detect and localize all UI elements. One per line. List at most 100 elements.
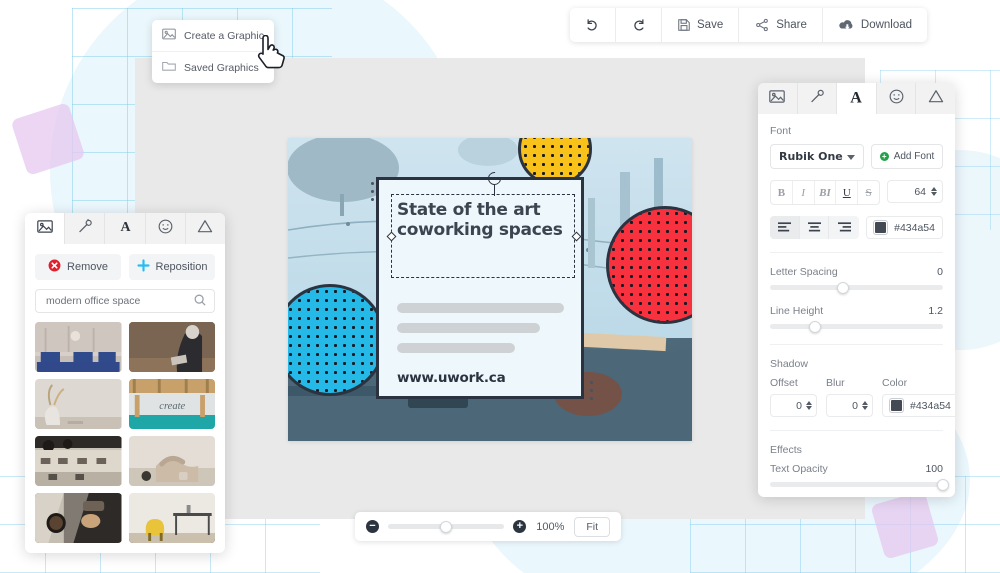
mouse-cursor-hand-icon — [256, 35, 286, 74]
line-height-knob[interactable] — [809, 321, 821, 333]
design-canvas[interactable]: State of the art coworking spaces www.uw… — [288, 138, 692, 441]
tab-text[interactable]: A — [837, 83, 877, 114]
align-center-button[interactable] — [800, 216, 830, 239]
add-font-label: Add Font — [894, 151, 935, 162]
text-opacity-knob[interactable] — [937, 479, 949, 491]
remove-button[interactable]: Remove — [35, 254, 121, 280]
color-swatch — [890, 399, 903, 412]
shadow-blur-stepper[interactable]: 0 — [826, 394, 873, 417]
tab-image[interactable] — [758, 83, 798, 114]
line-height-label: Line Height — [770, 305, 823, 317]
tab-magic[interactable] — [798, 83, 838, 114]
letter-spacing-slider[interactable] — [770, 285, 943, 290]
image-results-grid: create — [35, 322, 215, 543]
placeholder-bar — [397, 323, 540, 333]
divider — [770, 344, 943, 345]
stepper-arrows-icon[interactable] — [806, 401, 812, 410]
text-opacity-slider[interactable] — [770, 482, 943, 487]
shadow-color-label: Color — [882, 377, 955, 389]
list-item[interactable] — [35, 379, 122, 429]
design-card[interactable]: State of the art coworking spaces www.uw… — [376, 177, 584, 399]
halftone-dots — [609, 209, 692, 321]
redo-button[interactable] — [616, 8, 662, 42]
magic-wand-icon — [809, 89, 825, 109]
text-a-icon: A — [849, 89, 863, 109]
share-button[interactable]: Share — [739, 8, 823, 42]
text-style-group: B I BI U S — [770, 180, 880, 205]
letter-spacing-knob[interactable] — [837, 282, 849, 294]
list-item[interactable] — [129, 322, 216, 372]
italic-button[interactable]: I — [793, 181, 815, 204]
shadow-offset-stepper[interactable]: 0 — [770, 394, 817, 417]
search-icon[interactable] — [194, 294, 206, 309]
shadow-blur-label: Blur — [826, 377, 873, 389]
letter-spacing-label: Letter Spacing — [770, 266, 838, 278]
tab-image[interactable] — [25, 213, 65, 244]
image-search-field[interactable] — [35, 289, 215, 313]
url-text[interactable]: www.uwork.ca — [397, 370, 506, 386]
list-item[interactable] — [129, 436, 216, 486]
text-opacity-row: Text Opacity 100 — [770, 463, 943, 475]
resize-handle-right[interactable] — [572, 232, 582, 242]
font-label: Font — [770, 125, 943, 137]
tab-shape[interactable] — [186, 213, 225, 244]
zoom-in-button[interactable]: + — [513, 520, 526, 533]
zoom-slider-knob[interactable] — [440, 521, 452, 533]
remove-x-icon — [48, 259, 61, 275]
cloud-download-icon — [838, 18, 855, 32]
list-item[interactable] — [35, 436, 122, 486]
tab-text[interactable]: A — [105, 213, 145, 244]
tab-emoji[interactable] — [877, 83, 917, 114]
undo-button[interactable] — [570, 8, 616, 42]
resize-handle-left[interactable] — [387, 232, 397, 242]
reposition-button[interactable]: Reposition — [129, 254, 215, 280]
rotate-handle-stem — [494, 184, 495, 196]
zoom-toolbar: − + 100% Fit — [355, 512, 621, 541]
align-left-button[interactable] — [770, 216, 800, 239]
text-a-icon: A — [119, 219, 132, 238]
shadow-color-picker[interactable]: #434a54 — [882, 394, 955, 417]
right-panel-body: Font Rubik One + Add Font B I BI U S — [758, 114, 955, 497]
stepper-arrows-icon[interactable] — [862, 401, 868, 410]
add-font-button[interactable]: + Add Font — [871, 144, 943, 169]
zoom-percentage: 100% — [535, 521, 565, 533]
save-button[interactable]: Save — [662, 8, 739, 42]
bold-italic-button[interactable]: BI — [815, 181, 837, 204]
bold-button[interactable]: B — [771, 181, 793, 204]
fit-button[interactable]: Fit — [574, 517, 610, 537]
align-right-button[interactable] — [829, 216, 859, 239]
shadow-offset-value: 0 — [796, 400, 802, 412]
search-input[interactable] — [44, 294, 194, 308]
font-family-select[interactable]: Rubik One — [770, 144, 864, 169]
magic-wand-icon — [77, 219, 93, 239]
text-color-picker[interactable]: #434a54 — [866, 216, 943, 239]
download-button[interactable]: Download — [823, 8, 927, 42]
line-height-slider[interactable] — [770, 324, 943, 329]
undo-icon — [585, 18, 600, 33]
svg-text:create: create — [159, 400, 185, 412]
headline-text[interactable]: State of the art coworking spaces — [397, 200, 569, 240]
list-item[interactable] — [129, 493, 216, 543]
triangle-icon — [197, 219, 213, 238]
tab-shape[interactable] — [916, 83, 955, 114]
list-item[interactable] — [35, 322, 122, 372]
style-row: B I BI U S 64 — [770, 180, 943, 205]
zoom-slider[interactable] — [388, 524, 504, 529]
top-toolbar: Save Share Download — [570, 8, 927, 42]
font-family-value: Rubik One — [779, 150, 843, 163]
underline-button[interactable]: U — [836, 181, 858, 204]
line-height-row: Line Height 1.2 — [770, 305, 943, 317]
align-color-row: #434a54 — [770, 216, 943, 239]
zoom-out-button[interactable]: − — [366, 520, 379, 533]
strikethrough-button[interactable]: S — [858, 181, 879, 204]
stepper-arrows-icon[interactable] — [931, 187, 937, 196]
shadow-color-field: Color #434a54 — [882, 377, 955, 417]
shadow-blur-value: 0 — [852, 400, 858, 412]
list-item[interactable]: create — [129, 379, 216, 429]
tab-magic[interactable] — [65, 213, 105, 244]
list-item[interactable] — [35, 493, 122, 543]
font-size-stepper[interactable]: 64 — [887, 180, 943, 203]
divider — [770, 430, 943, 431]
svg-text:A: A — [851, 89, 863, 104]
tab-emoji[interactable] — [146, 213, 186, 244]
